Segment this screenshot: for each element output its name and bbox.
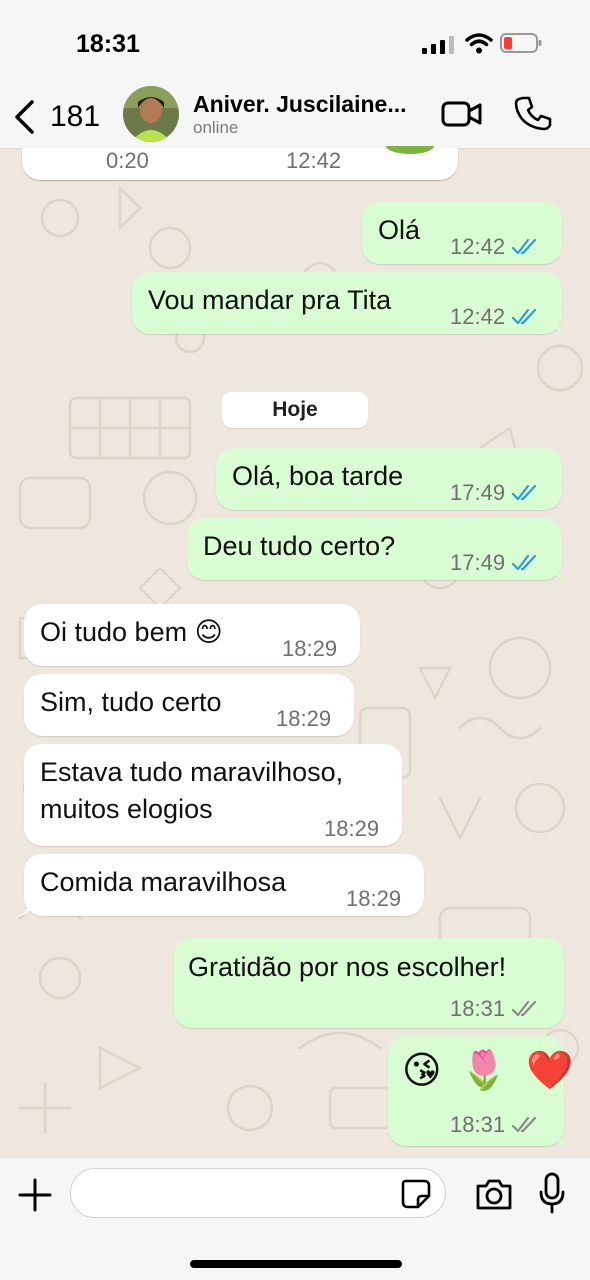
delivered-ticks-icon — [511, 1000, 537, 1017]
message-text: Sim, tudo certo — [40, 687, 222, 717]
bubble-tail — [558, 1130, 572, 1146]
back-button[interactable]: 181 — [12, 94, 104, 140]
message-bubble-outgoing[interactable]: Olá 12:42 — [362, 202, 562, 264]
status-bar: 18:31 — [0, 0, 590, 86]
bubble-tail — [16, 900, 30, 916]
message-bubble-incoming[interactable]: Estava tudo maravilhoso, muitos elogios … — [24, 744, 402, 846]
message-meta: 12:42 — [450, 304, 541, 330]
signal-icon — [422, 36, 454, 54]
message-bubble-outgoing[interactable]: Vou mandar pra Tita 12:42 — [132, 272, 570, 334]
message-input[interactable] — [70, 1168, 446, 1218]
message-text: Vou mandar pra Tita — [148, 285, 392, 315]
message-text: Olá, boa tarde — [232, 461, 404, 491]
sticker-icon[interactable] — [400, 1178, 432, 1210]
phone-icon[interactable] — [514, 94, 552, 132]
message-time: 18:31 — [450, 996, 506, 1021]
audio-duration: 0:20 — [106, 148, 149, 173]
message-text: Oi tudo bem 😊 — [40, 617, 223, 647]
message-time: 18:29 — [346, 886, 402, 911]
message-time: 18:29 — [324, 816, 380, 841]
message-time: 17:49 — [450, 550, 506, 575]
bubble-tail — [556, 564, 570, 580]
emoji-row: 😘 🌷 ❤️ — [402, 1048, 577, 1093]
kissing-face-emoji: 😘 — [402, 1050, 446, 1092]
message-bubble-incoming[interactable]: Oi tudo bem 😊 18:29 — [24, 604, 360, 666]
message-time: 12:42 — [450, 304, 506, 329]
message-time: 18:29 — [282, 636, 338, 661]
message-time: 17:49 — [450, 480, 506, 505]
message-meta: 17:49 — [450, 480, 541, 506]
date-separator: Hoje — [222, 392, 368, 428]
chat-header-foreground: 181 Aniver. Juscilaine... online — [0, 86, 590, 148]
wifi-icon — [465, 33, 493, 54]
contact-avatar[interactable] — [123, 86, 179, 142]
message-meta: 12:42 — [450, 234, 541, 260]
message-meta: 18:31 — [450, 1112, 541, 1138]
message-bubble-incoming[interactable]: Comida maravilhosa 18:29 — [16, 854, 424, 916]
home-indicator — [190, 1260, 402, 1268]
message-bubble-outgoing[interactable]: Olá, boa tarde 17:49 — [216, 448, 562, 510]
red-heart-emoji: ❤️ — [526, 1050, 578, 1092]
read-ticks-icon — [511, 484, 537, 501]
message-time: 12:42 — [286, 148, 342, 173]
tulip-emoji: 🌷 — [460, 1050, 512, 1092]
battery-icon — [500, 33, 542, 53]
read-ticks-icon — [511, 238, 537, 255]
message-text-line-1: Estava tudo maravilhoso, — [40, 757, 344, 787]
message-bubble-outgoing-emoji[interactable]: 😘 🌷 ❤️ 18:31 — [388, 1036, 573, 1146]
message-text: Gratidão por nos escolher! — [188, 952, 507, 982]
message-time: 18:31 — [450, 1112, 506, 1137]
message-meta: 18:31 — [450, 996, 541, 1022]
message-bubble-incoming-audio-visible[interactable]: 0:20 12:42 — [22, 146, 458, 180]
read-ticks-icon — [511, 308, 537, 325]
message-text-line-2: muitos elogios — [40, 794, 213, 824]
back-chevron-icon — [15, 100, 34, 134]
audio-avatar-icon — [386, 146, 434, 154]
message-text: Comida maravilhosa — [40, 867, 287, 897]
message-bubble-outgoing[interactable]: Deu tudo certo? 17:49 — [187, 518, 570, 580]
camera-icon[interactable] — [474, 1176, 514, 1212]
message-bubble-incoming[interactable]: Sim, tudo certo 18:29 — [24, 674, 354, 736]
status-time: 18:31 — [76, 30, 140, 58]
message-text: Deu tudo certo? — [203, 531, 396, 561]
microphone-icon[interactable] — [538, 1172, 566, 1214]
contact-name[interactable]: Aniver. Juscilaine... — [193, 91, 407, 118]
message-time: 12:42 — [450, 234, 506, 259]
message-input-bar — [0, 1158, 590, 1280]
contact-status: online — [193, 118, 239, 137]
message-time: 18:29 — [276, 706, 332, 731]
read-ticks-icon — [511, 554, 537, 571]
message-text: Olá — [378, 215, 421, 245]
message-meta: 17:49 — [450, 550, 541, 576]
plus-icon[interactable] — [16, 1176, 54, 1214]
unread-count: 181 — [50, 100, 101, 133]
video-call-icon[interactable] — [440, 96, 484, 132]
delivered-ticks-icon — [511, 1116, 537, 1133]
bubble-tail — [556, 318, 570, 334]
message-bubble-outgoing[interactable]: Gratidão por nos escolher! 18:31 — [174, 938, 564, 1028]
